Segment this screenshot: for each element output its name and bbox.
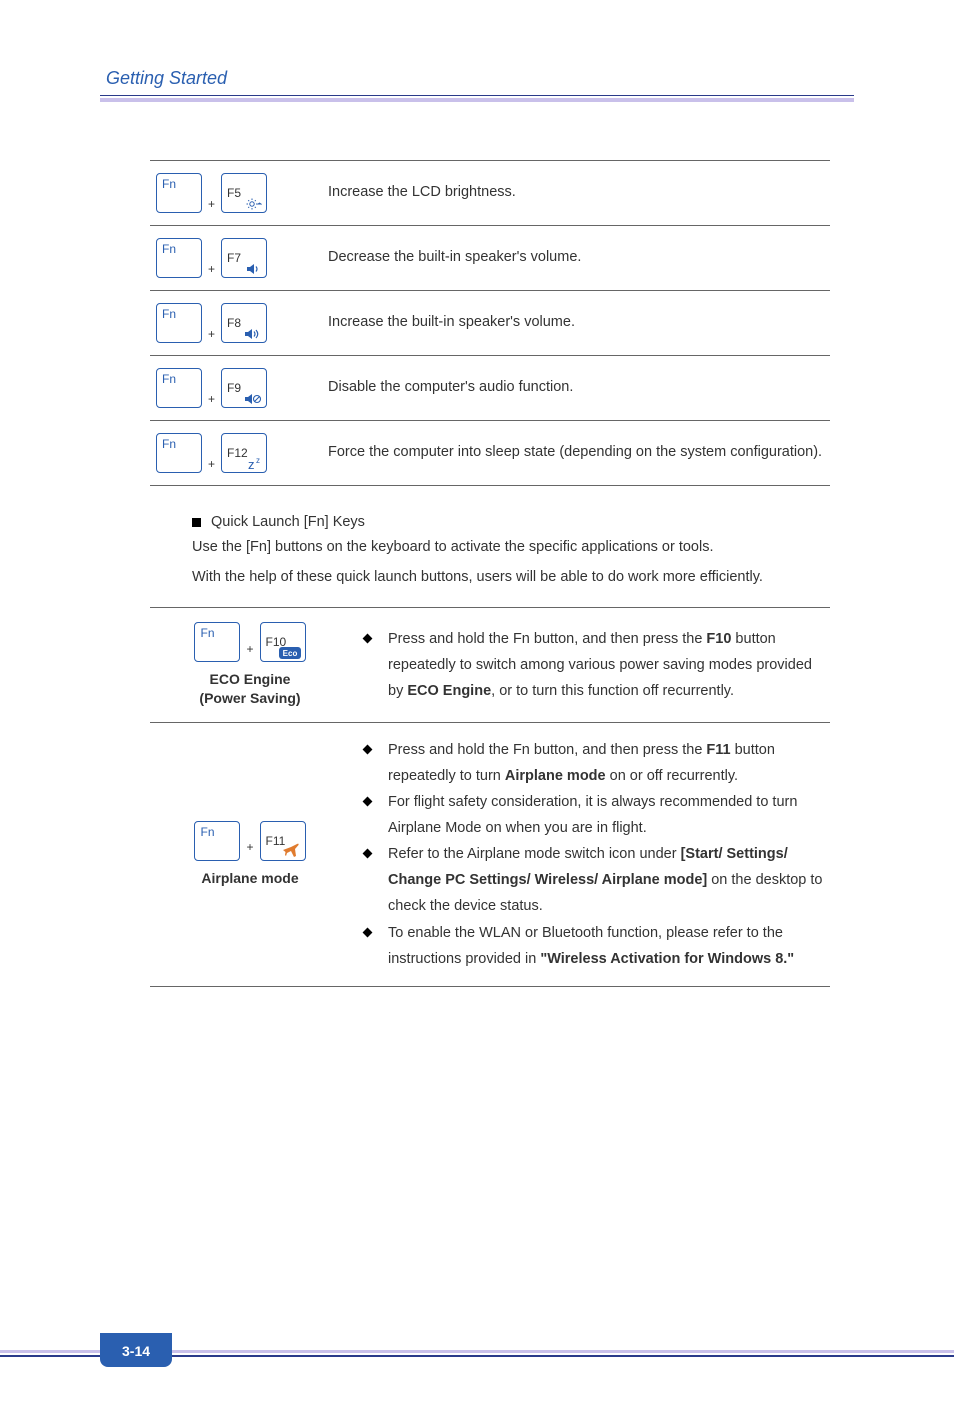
keycap-f7: F7 (221, 238, 267, 278)
plus-icon: + (208, 457, 215, 471)
keycap-fn: Fn (156, 303, 202, 343)
fn-desc: Decrease the built-in speaker's volume. (328, 226, 830, 291)
keycap-f11: F11 (260, 821, 306, 861)
table-row: Fn + F11 Airplane mode Press and hold th… (150, 722, 830, 986)
bullet-list: Press and hold the Fn button, and then p… (350, 626, 830, 704)
keycap-fn: Fn (156, 433, 202, 473)
keycap-fn: Fn (194, 622, 240, 662)
plus-icon: + (246, 837, 253, 859)
ql-desc: Press and hold the Fn button, and then p… (350, 608, 830, 723)
quick-launch-heading: Quick Launch [Fn] Keys (211, 514, 365, 530)
airplane-icon (281, 842, 301, 858)
table-row: Fn + F7 Decrease the built-in speaker's … (150, 226, 830, 291)
key-combo: Fn + F9 (156, 368, 328, 408)
plus-icon: + (246, 639, 253, 661)
table-row: Fn + F8 Increase the built-in speaker's … (150, 291, 830, 356)
ql-desc: Press and hold the Fn button, and then p… (350, 722, 830, 986)
plus-icon: + (208, 197, 215, 211)
ql-caption: Airplane mode (150, 869, 350, 888)
fn-desc: Disable the computer's audio function. (328, 356, 830, 421)
fn-desc: Force the computer into sleep state (dep… (328, 421, 830, 486)
square-bullet-icon (192, 518, 201, 527)
volume-down-icon (246, 263, 262, 275)
key-combo: Fn + F10Eco (150, 622, 350, 662)
list-item: To enable the WLAN or Bluetooth function… (364, 920, 830, 972)
keycap-f8: F8 (221, 303, 267, 343)
table-row: Fn + F10Eco ECO Engine(Power Saving) Pre… (150, 608, 830, 723)
eco-icon: Eco (279, 647, 301, 659)
svg-text:z: z (248, 457, 255, 470)
keycap-f12: F12zz (221, 433, 267, 473)
bullet-list: Press and hold the Fn button, and then p… (350, 737, 830, 972)
keycap-fn: Fn (156, 238, 202, 278)
quick-launch-intro-2: With the help of these quick launch butt… (192, 564, 854, 592)
page-number-badge: 3-14 (100, 1333, 172, 1367)
keycap-f9: F9 (221, 368, 267, 408)
quick-launch-table: Fn + F10Eco ECO Engine(Power Saving) Pre… (150, 607, 830, 987)
header-rule-accent (100, 98, 854, 102)
keycap-f5: F5 (221, 173, 267, 213)
ql-caption: ECO Engine(Power Saving) (150, 670, 350, 708)
sleep-icon: zz (246, 456, 262, 470)
plus-icon: + (208, 327, 215, 341)
plus-icon: + (208, 392, 215, 406)
key-combo: Fn + F11 (150, 821, 350, 861)
svg-text:z: z (256, 456, 260, 465)
header-rule (100, 95, 854, 96)
plus-icon: + (208, 262, 215, 276)
list-item: Refer to the Airplane mode switch icon u… (364, 841, 830, 919)
keycap-fn: Fn (156, 173, 202, 213)
volume-up-icon (244, 328, 262, 340)
quick-launch-intro-1: Use the [Fn] buttons on the keyboard to … (192, 534, 854, 562)
table-row: Fn + F12zz Force the computer into sleep… (150, 421, 830, 486)
page-header-title: Getting Started (100, 68, 854, 95)
svg-text:Eco: Eco (282, 649, 297, 658)
list-item: Press and hold the Fn button, and then p… (364, 737, 830, 789)
fn-desc: Increase the LCD brightness. (328, 161, 830, 226)
list-item: For flight safety consideration, it is a… (364, 789, 830, 841)
brightness-up-icon (246, 198, 262, 210)
fn-desc: Increase the built-in speaker's volume. (328, 291, 830, 356)
keycap-f10: F10Eco (260, 622, 306, 662)
fn-key-table: Fn + F5 Increase the LCD brightness. Fn … (150, 160, 830, 486)
table-row: Fn + F9 Disable the computer's audio fun… (150, 356, 830, 421)
mute-icon (244, 393, 262, 405)
keycap-fn: Fn (156, 368, 202, 408)
table-row: Fn + F5 Increase the LCD brightness. (150, 161, 830, 226)
list-item: Press and hold the Fn button, and then p… (364, 626, 830, 704)
key-combo: Fn + F5 (156, 173, 328, 213)
key-combo: Fn + F7 (156, 238, 328, 278)
key-combo: Fn + F8 (156, 303, 328, 343)
keycap-fn: Fn (194, 821, 240, 861)
key-combo: Fn + F12zz (156, 433, 328, 473)
